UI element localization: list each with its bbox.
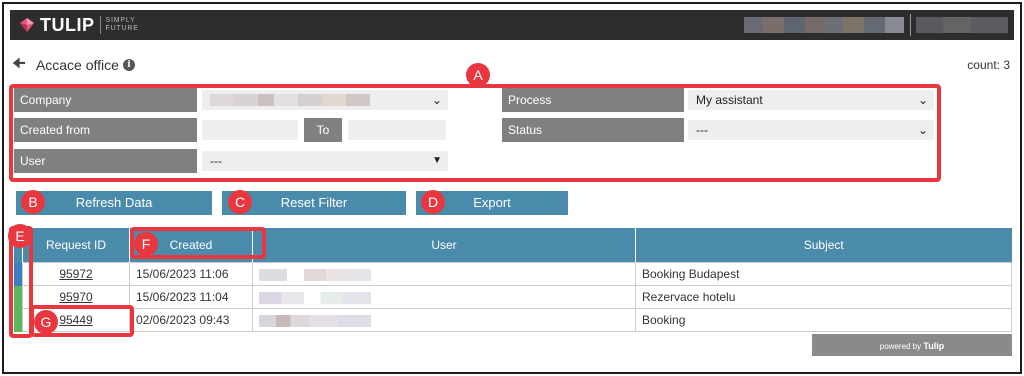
callout-badge-a: A — [466, 63, 490, 87]
callout-badge-f: F — [134, 232, 158, 256]
tagline-line-1: SIMPLY — [105, 17, 136, 24]
brand-tagline: SIMPLY FUTURE — [106, 17, 139, 33]
user-name-blurred — [259, 314, 371, 327]
request-id-cell: 95972 — [22, 262, 130, 286]
callout-badge-g: G — [34, 310, 58, 334]
created-cell: 15/06/2023 11:04 — [129, 285, 253, 309]
top-bar: TULIP SIMPLY FUTURE — [10, 10, 1014, 40]
page-header: 🠈 Accace office i — [12, 55, 135, 74]
callout-badge-d: D — [421, 190, 445, 214]
created-cell: 02/06/2023 09:43 — [129, 308, 253, 332]
subject-header[interactable]: Subject — [635, 228, 1012, 263]
refresh-data-button[interactable]: Refresh Data — [16, 191, 212, 215]
logo-separator — [99, 16, 101, 34]
table-row[interactable]: 95449 02/06/2023 09:43 Booking — [14, 308, 1012, 332]
info-icon[interactable]: i — [122, 59, 135, 71]
table-row[interactable]: 95970 15/06/2023 11:04 Rezervace hotelu — [14, 285, 1012, 309]
user-cell — [252, 308, 636, 332]
tagline-line-2: FUTURE — [105, 25, 139, 32]
user-menu-blurred[interactable] — [744, 17, 904, 33]
record-count: count: 3 — [967, 58, 1010, 72]
callout-badge-e: E — [8, 224, 32, 248]
request-id-link[interactable]: 95970 — [59, 290, 92, 304]
created-cell: 15/06/2023 11:06 — [129, 262, 253, 286]
subject-cell: Booking Budapest — [635, 262, 1012, 286]
page-title: Accace office — [35, 57, 119, 73]
powered-by-text: powered by — [879, 342, 922, 351]
tulip-logo-icon — [20, 18, 34, 32]
table-row[interactable]: 95972 15/06/2023 11:06 Booking Budapest — [14, 262, 1012, 286]
callout-badge-b: B — [21, 190, 45, 214]
tulip-logo[interactable]: TULIP SIMPLY FUTURE — [18, 13, 139, 37]
top-bar-divider — [910, 14, 911, 36]
back-arrow-icon[interactable]: 🠈 — [12, 53, 26, 78]
request-id-header[interactable]: Request ID — [22, 228, 130, 263]
callout-badge-c: C — [228, 190, 252, 214]
user-header[interactable]: User — [252, 228, 636, 263]
powered-by-footer: powered by Tulip — [812, 334, 1012, 356]
account-menu-blurred[interactable] — [916, 17, 1008, 33]
request-id-link[interactable]: 95972 — [59, 267, 92, 281]
brand-name: TULIP — [40, 14, 95, 35]
user-name-blurred — [259, 268, 371, 281]
subject-cell: Booking — [635, 308, 1012, 332]
subject-cell: Rezervace hotelu — [635, 285, 1012, 309]
user-cell — [252, 262, 636, 286]
callout-box-a — [9, 84, 941, 182]
user-name-blurred — [259, 291, 371, 304]
powered-by-brand: Tulip — [923, 341, 945, 351]
user-cell — [252, 285, 636, 309]
